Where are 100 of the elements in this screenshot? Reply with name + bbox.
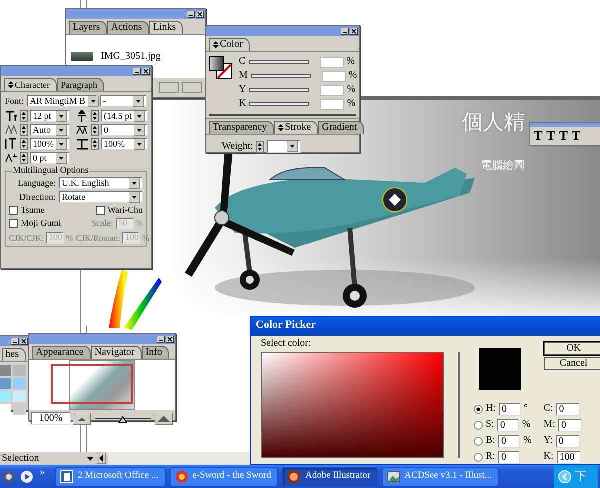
panel-tab[interactable]: hes — [2, 348, 26, 361]
minimize-button[interactable] — [157, 336, 165, 342]
spinner-button[interactable] — [20, 152, 28, 164]
color-swatch[interactable] — [0, 365, 11, 376]
spinner-button[interactable] — [256, 140, 264, 152]
type-tool[interactable]: T — [534, 128, 543, 144]
close-button[interactable] — [142, 68, 150, 74]
value-field[interactable]: 0 — [556, 434, 580, 448]
radio-button[interactable] — [474, 436, 483, 446]
value-field[interactable]: 100 — [556, 450, 581, 464]
slider-track[interactable] — [250, 74, 311, 78]
radio-button[interactable] — [474, 404, 483, 414]
close-button[interactable] — [20, 338, 28, 344]
value-field[interactable]: 0 — [499, 402, 521, 416]
checkbox[interactable] — [96, 206, 105, 215]
close-button[interactable] — [166, 336, 174, 342]
minimize-button[interactable] — [133, 68, 141, 74]
checkbox[interactable] — [9, 219, 18, 228]
value-dropdown[interactable]: Auto — [30, 124, 70, 136]
value-field[interactable]: 0 — [498, 450, 520, 464]
field-label: Direction: — [20, 192, 56, 202]
panel-tab[interactable]: Links — [149, 21, 184, 34]
value-field[interactable]: 0 — [556, 402, 580, 416]
taskbar-button[interactable]: Adobe Illustrator — [282, 466, 378, 486]
value-dropdown[interactable]: 100% — [30, 138, 70, 150]
radio-button[interactable] — [474, 420, 483, 430]
color-field[interactable] — [261, 352, 444, 458]
panel-tab[interactable]: Navigator — [90, 346, 142, 359]
value-field[interactable] — [320, 98, 344, 110]
panel-tab[interactable]: Color — [209, 38, 250, 51]
radio-button[interactable] — [474, 452, 483, 462]
font-dropdown[interactable]: AR MingtiM B — [27, 95, 98, 107]
spinner-button[interactable] — [91, 110, 99, 122]
dialog-button[interactable]: Cancel — [544, 357, 600, 370]
play-icon[interactable] — [20, 470, 34, 484]
close-button[interactable] — [196, 10, 204, 18]
view-box[interactable] — [51, 364, 133, 404]
minimize-button[interactable] — [187, 10, 195, 18]
value-dropdown[interactable]: 12 pt — [30, 110, 70, 122]
panel-tab[interactable]: Stroke — [274, 121, 318, 134]
color-swatch[interactable] — [13, 365, 26, 376]
spinner-button[interactable] — [20, 110, 28, 122]
color-swatch[interactable] — [0, 378, 11, 389]
panel-tab[interactable]: Paragraph — [56, 78, 104, 91]
zoom-out-button[interactable] — [73, 412, 91, 424]
field-label: R: — [486, 451, 496, 463]
color-swatch[interactable] — [13, 404, 26, 415]
taskbar-button[interactable]: ACDSee v3.1 - Illust... — [382, 466, 499, 486]
scroll-left-button[interactable] — [97, 453, 106, 464]
spinner-button[interactable] — [20, 138, 28, 150]
option-dropdown[interactable]: U.K. English — [59, 177, 143, 189]
more-button[interactable]: » — [40, 466, 45, 478]
link-name[interactable]: IMG_3051.jpg — [101, 50, 161, 62]
color-swatch[interactable] — [0, 391, 11, 402]
panel-tab[interactable]: Actions — [107, 21, 150, 34]
checkbox[interactable] — [9, 206, 18, 215]
zoom-in-button[interactable] — [155, 412, 173, 424]
app-icon[interactable] — [2, 470, 16, 484]
close-button[interactable] — [350, 28, 358, 34]
dropdown-arrow-icon[interactable] — [86, 454, 95, 463]
value-dropdown[interactable]: 0 — [101, 124, 148, 136]
fill-stroke-icon[interactable] — [209, 56, 233, 80]
value-field[interactable] — [322, 70, 346, 82]
taskbar-button[interactable]: e-Sword - the Sword — [170, 466, 278, 486]
type-tool[interactable]: T — [572, 128, 581, 144]
slider-track[interactable] — [249, 88, 310, 92]
type-tool[interactable]: T — [559, 128, 568, 144]
dialog-button[interactable]: OK — [544, 342, 600, 355]
zoom-field[interactable]: 100% — [31, 412, 71, 425]
font-style-dropdown[interactable]: - — [100, 95, 147, 107]
panel-tab[interactable]: Character — [4, 78, 57, 91]
spinner-button[interactable] — [91, 124, 99, 136]
option-dropdown[interactable]: Rotate — [59, 191, 143, 203]
panel-tab[interactable]: Info — [142, 346, 170, 359]
value-dropdown[interactable]: (14.5 pt — [101, 110, 148, 122]
panel-tab[interactable]: Transparency — [209, 121, 274, 134]
type-tool[interactable]: T — [546, 128, 556, 144]
color-swatch[interactable] — [13, 378, 26, 389]
panel-tab[interactable]: Layers — [69, 21, 108, 34]
value-field[interactable]: 0 — [497, 418, 520, 432]
value-field[interactable]: 0 — [558, 418, 582, 432]
slider-track[interactable] — [249, 102, 310, 106]
updown-icon — [213, 41, 219, 49]
value-field[interactable]: 0 — [498, 434, 520, 448]
spinner-button[interactable] — [91, 138, 99, 150]
color-swatch[interactable] — [0, 404, 11, 415]
weight-dropdown[interactable] — [267, 140, 302, 153]
taskbar-button[interactable]: 2 Microsoft Office ... — [55, 466, 166, 486]
panel-tab[interactable]: Gradient — [318, 121, 364, 134]
minimize-button[interactable] — [341, 28, 349, 34]
value-field[interactable] — [320, 84, 344, 96]
value-dropdown[interactable]: 0 pt — [30, 152, 70, 164]
minimize-button[interactable] — [11, 338, 19, 344]
slider-track[interactable] — [248, 60, 309, 64]
color-swatch[interactable] — [13, 391, 26, 402]
panel-tab[interactable]: Appearance — [32, 346, 91, 359]
value-dropdown[interactable]: 100% — [101, 138, 148, 150]
expand-tray-icon[interactable] — [558, 470, 572, 484]
value-field[interactable] — [320, 56, 344, 68]
spinner-button[interactable] — [20, 124, 28, 136]
